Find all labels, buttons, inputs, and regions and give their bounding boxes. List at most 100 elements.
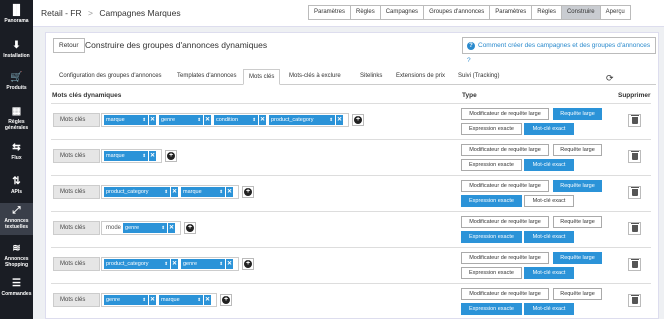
attribute-select[interactable]: product_category ⬍ bbox=[104, 187, 170, 197]
add-attribute-button[interactable]: + bbox=[242, 258, 254, 270]
match-type-mod-broad-button[interactable]: Modificateur de requête large bbox=[461, 252, 549, 264]
match-type-exact-button[interactable]: Mot-clé exact bbox=[524, 303, 574, 315]
match-type-exact-button[interactable]: Mot-clé exact bbox=[524, 231, 574, 243]
add-attribute-button[interactable]: + bbox=[165, 150, 177, 162]
tab-mots-clés[interactable]: Mots clés bbox=[243, 69, 281, 85]
tab-mots-clés-à-exclure[interactable]: Mots-clés à exclure bbox=[284, 69, 346, 85]
wizard-step[interactable]: Aperçu bbox=[599, 5, 631, 20]
keyword-input[interactable]: genre ⬍ ✕ marque ⬍ ✕ bbox=[101, 293, 217, 307]
delete-row-button[interactable] bbox=[628, 294, 641, 307]
sidebar-item-installation[interactable]: ⬇ Installation bbox=[0, 40, 33, 59]
sidebar-item-apis[interactable]: ⇅ APIs bbox=[0, 176, 33, 195]
remove-attribute-icon[interactable]: ✕ bbox=[149, 295, 156, 305]
attribute-select[interactable]: condition ⬍ bbox=[214, 115, 258, 125]
tab-configuration-des-groupes-d-annonces[interactable]: Configuration des groupes d'annonces bbox=[54, 69, 167, 85]
match-type-exact-button[interactable]: Mot-clé exact bbox=[524, 267, 574, 279]
keyword-input[interactable]: marque ⬍ ✕ bbox=[101, 149, 162, 163]
match-type-exact-button[interactable]: Mot-clé exact bbox=[524, 195, 574, 207]
sidebar-item-règles-générales[interactable]: ▦ Règles générales bbox=[0, 106, 33, 131]
remove-attribute-icon[interactable]: ✕ bbox=[204, 295, 211, 305]
tab-sitelinks[interactable]: Sitelinks bbox=[355, 69, 387, 85]
keyword-input[interactable]: marque ⬍ ✕ genre ⬍ ✕ condition ⬍ ✕ product_catego… bbox=[101, 113, 349, 127]
keyword-input[interactable]: product_category ⬍ ✕ marque ⬍ ✕ bbox=[101, 185, 239, 199]
add-attribute-button[interactable]: + bbox=[220, 294, 232, 306]
keyword-input[interactable]: mode genre ⬍ ✕ bbox=[101, 221, 182, 235]
attribute-select[interactable]: genre ⬍ bbox=[159, 115, 203, 125]
back-button[interactable]: Retour bbox=[53, 38, 85, 53]
wizard-step[interactable]: Paramètres bbox=[489, 5, 533, 20]
remove-attribute-icon[interactable]: ✕ bbox=[171, 259, 178, 269]
match-type-exact-button[interactable]: Mot-clé exact bbox=[524, 159, 574, 171]
breadcrumb-account[interactable]: Retail - FR bbox=[41, 8, 82, 18]
match-type-phrase-button[interactable]: Expression exacte bbox=[461, 159, 522, 171]
delete-row-button[interactable] bbox=[628, 114, 641, 127]
attribute-select[interactable]: genre ⬍ bbox=[123, 223, 168, 233]
match-type-phrase-button[interactable]: Expression exacte bbox=[461, 123, 522, 135]
remove-attribute-icon[interactable]: ✕ bbox=[336, 115, 343, 125]
tab-suivi-tracking-[interactable]: Suivi (Tracking) bbox=[453, 69, 504, 85]
attribute-select[interactable]: marque ⬍ bbox=[181, 187, 225, 197]
match-type-broad-button[interactable]: Requête large bbox=[553, 108, 602, 120]
match-type-phrase-button[interactable]: Expression exacte bbox=[461, 267, 522, 279]
select-arrows-icon: ⬍ bbox=[219, 189, 223, 194]
attribute-select[interactable]: marque ⬍ bbox=[104, 151, 148, 161]
match-type-phrase-button[interactable]: Expression exacte bbox=[461, 303, 522, 315]
match-type-phrase-button[interactable]: Expression exacte bbox=[461, 231, 522, 243]
match-type-mod-broad-button[interactable]: Modificateur de requête large bbox=[461, 144, 549, 156]
keyword-builder: marque ⬍ ✕ + bbox=[101, 149, 177, 163]
match-type-mod-broad-button[interactable]: Modificateur de requête large bbox=[461, 108, 549, 120]
sidebar-item-panorama[interactable]: ▐▌ Panorama bbox=[0, 5, 33, 24]
remove-attribute-icon[interactable]: ✕ bbox=[171, 187, 178, 197]
remove-attribute-icon[interactable]: ✕ bbox=[168, 223, 176, 233]
delete-row-button[interactable] bbox=[628, 186, 641, 199]
sidebar-item-flux[interactable]: ⇆ Flux bbox=[0, 142, 33, 161]
refresh-icon[interactable]: ⟳ bbox=[606, 73, 614, 84]
add-attribute-button[interactable]: + bbox=[242, 186, 254, 198]
remove-attribute-icon[interactable]: ✕ bbox=[226, 259, 233, 269]
match-type-phrase-button[interactable]: Expression exacte bbox=[461, 195, 522, 207]
match-type-mod-broad-button[interactable]: Modificateur de requête large bbox=[461, 180, 549, 192]
match-type-exact-button[interactable]: Mot-clé exact bbox=[524, 123, 574, 135]
tab-extensions-de-prix[interactable]: Extensions de prix bbox=[391, 69, 450, 85]
match-type-broad-button[interactable]: Requête large bbox=[553, 144, 602, 156]
attribute-select[interactable]: product_category ⬍ bbox=[104, 259, 170, 269]
remove-attribute-icon[interactable]: ✕ bbox=[149, 115, 156, 125]
match-type-broad-button[interactable]: Requête large bbox=[553, 288, 602, 300]
keyword-row-label: Mots clés bbox=[53, 293, 100, 307]
sidebar-item-produits[interactable]: 🛒 Produits bbox=[0, 72, 33, 91]
breadcrumb-campaign[interactable]: Campagnes Marques bbox=[99, 8, 180, 18]
wizard-step[interactable]: Groupes d'annonces bbox=[423, 5, 491, 20]
attribute-select[interactable]: genre ⬍ bbox=[181, 259, 225, 269]
delete-row-button[interactable] bbox=[628, 150, 641, 163]
help-button[interactable]: ? Comment créer des campagnes et des grou… bbox=[462, 37, 656, 64]
select-arrows-icon: ⬍ bbox=[197, 297, 201, 302]
sidebar-item-annonces-textuelles[interactable]: ⤢ Annonces textuelles bbox=[0, 203, 33, 235]
wizard-step[interactable]: Règles bbox=[350, 5, 381, 20]
keyword-input[interactable]: product_category ⬍ ✕ genre ⬍ ✕ bbox=[101, 257, 239, 271]
attribute-select[interactable]: genre ⬍ bbox=[104, 295, 148, 305]
wizard-step[interactable]: Construire bbox=[560, 5, 601, 20]
wizard-step[interactable]: Paramètres bbox=[308, 5, 352, 20]
add-attribute-button[interactable]: + bbox=[352, 114, 364, 126]
delete-row-button[interactable] bbox=[628, 258, 641, 271]
attribute-select[interactable]: product_category ⬍ bbox=[269, 115, 335, 125]
wizard-step[interactable]: Campagnes bbox=[379, 5, 425, 20]
attribute-select[interactable]: marque ⬍ bbox=[104, 115, 148, 125]
match-type-broad-button[interactable]: Requête large bbox=[553, 216, 602, 228]
match-type-broad-button[interactable]: Requête large bbox=[553, 252, 602, 264]
add-attribute-button[interactable]: + bbox=[184, 222, 197, 234]
sidebar-item-annonces-shopping[interactable]: ≋ Annonces Shopping bbox=[0, 243, 33, 268]
sidebar-item-commandes[interactable]: ☰ Commandes bbox=[0, 278, 33, 297]
attribute-select-value: product_category bbox=[106, 261, 149, 267]
delete-row-button[interactable] bbox=[628, 222, 641, 235]
wizard-step[interactable]: Règles bbox=[531, 5, 562, 20]
match-type-mod-broad-button[interactable]: Modificateur de requête large bbox=[461, 216, 549, 228]
remove-attribute-icon[interactable]: ✕ bbox=[149, 151, 156, 161]
match-type-mod-broad-button[interactable]: Modificateur de requête large bbox=[461, 288, 549, 300]
attribute-select[interactable]: marque ⬍ bbox=[159, 295, 203, 305]
remove-attribute-icon[interactable]: ✕ bbox=[259, 115, 266, 125]
remove-attribute-icon[interactable]: ✕ bbox=[226, 187, 233, 197]
tab-templates-d-annonces[interactable]: Templates d'annonces bbox=[172, 69, 242, 85]
remove-attribute-icon[interactable]: ✕ bbox=[204, 115, 211, 125]
match-type-broad-button[interactable]: Requête large bbox=[553, 180, 602, 192]
